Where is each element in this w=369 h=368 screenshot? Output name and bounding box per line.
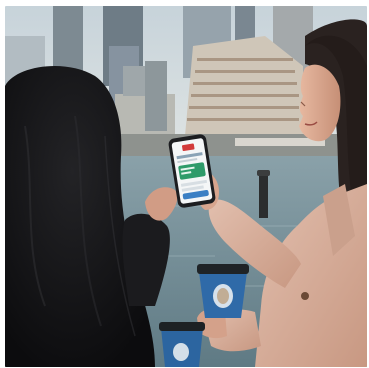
waterfront-photo [5,6,367,367]
photo-frame [5,6,367,367]
coat-button [301,292,309,300]
coffee-cup-icon [159,322,205,367]
coffee-cup-icon [197,264,249,318]
